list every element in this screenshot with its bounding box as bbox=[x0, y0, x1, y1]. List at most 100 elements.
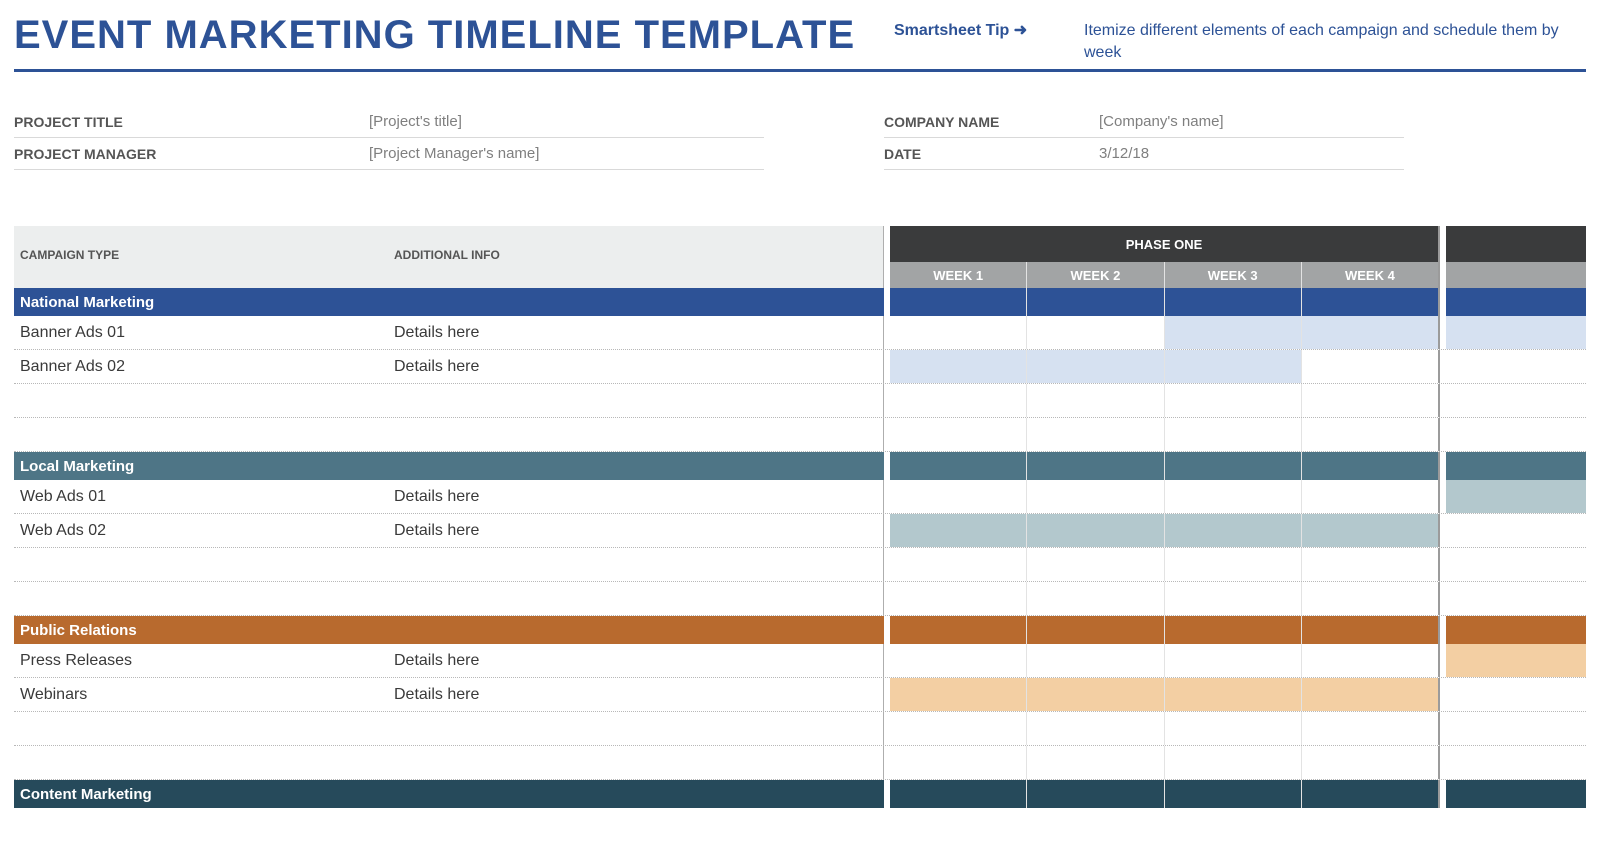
timeline-cell[interactable] bbox=[1165, 582, 1302, 615]
timeline-cell[interactable] bbox=[890, 480, 1027, 513]
empty-row[interactable] bbox=[14, 548, 1586, 582]
timeline-cell[interactable] bbox=[1302, 316, 1440, 349]
campaign-name[interactable]: Webinars bbox=[14, 678, 394, 711]
timeline-cell[interactable] bbox=[1165, 548, 1302, 581]
additional-info[interactable]: Details here bbox=[394, 480, 883, 513]
timeline-cell[interactable] bbox=[1165, 746, 1302, 779]
timeline-cell[interactable] bbox=[1165, 384, 1302, 417]
campaign-name[interactable]: Banner Ads 02 bbox=[14, 350, 394, 383]
timeline-cell[interactable] bbox=[890, 582, 1027, 615]
campaign-name[interactable]: Banner Ads 01 bbox=[14, 316, 394, 349]
additional-info[interactable]: Details here bbox=[394, 644, 883, 677]
campaign-name[interactable]: Press Releases bbox=[14, 644, 394, 677]
timeline-cell-tail[interactable] bbox=[1446, 644, 1586, 677]
timeline-cell[interactable] bbox=[1302, 384, 1440, 417]
timeline-cell-tail[interactable] bbox=[1446, 514, 1586, 547]
timeline-cell-tail[interactable] bbox=[1446, 384, 1586, 417]
timeline-cell[interactable] bbox=[1027, 678, 1164, 711]
timeline-cell[interactable] bbox=[890, 746, 1027, 779]
timeline-cell[interactable] bbox=[1165, 644, 1302, 677]
timeline-cell[interactable] bbox=[890, 644, 1027, 677]
empty-row[interactable] bbox=[14, 712, 1586, 746]
timeline-cell-tail[interactable] bbox=[1446, 582, 1586, 615]
band-week bbox=[1302, 288, 1440, 316]
section-title: National Marketing bbox=[14, 288, 394, 316]
empty-row[interactable] bbox=[14, 746, 1586, 780]
timeline-cell[interactable] bbox=[1027, 418, 1164, 451]
timeline-cell[interactable] bbox=[1302, 480, 1440, 513]
additional-info[interactable]: Details here bbox=[394, 514, 883, 547]
timeline-cell-tail[interactable] bbox=[1446, 418, 1586, 451]
timeline-cell[interactable] bbox=[1027, 644, 1164, 677]
timeline-cell[interactable] bbox=[890, 678, 1027, 711]
timeline-cell[interactable] bbox=[1027, 384, 1164, 417]
timeline-cell[interactable] bbox=[1027, 712, 1164, 745]
empty-row[interactable] bbox=[14, 384, 1586, 418]
table-row[interactable]: Banner Ads 02Details here bbox=[14, 350, 1586, 384]
value-project-manager[interactable]: [Project Manager's name] bbox=[369, 145, 539, 162]
timeline-cell[interactable] bbox=[1302, 678, 1440, 711]
value-project-title[interactable]: [Project's title] bbox=[369, 113, 462, 130]
table-row[interactable]: Web Ads 02Details here bbox=[14, 514, 1586, 548]
table-row[interactable]: Press ReleasesDetails here bbox=[14, 644, 1586, 678]
timeline-cell[interactable] bbox=[1027, 480, 1164, 513]
smartsheet-tip-link[interactable]: Smartsheet Tip ➜ bbox=[894, 22, 1027, 39]
timeline-cell[interactable] bbox=[1302, 582, 1440, 615]
band-week bbox=[1302, 780, 1440, 808]
timeline-cell[interactable] bbox=[890, 514, 1027, 547]
timeline-cell-tail[interactable] bbox=[1446, 548, 1586, 581]
timeline-cell[interactable] bbox=[1165, 480, 1302, 513]
timeline-cell[interactable] bbox=[1027, 746, 1164, 779]
timeline-cell[interactable] bbox=[1027, 514, 1164, 547]
campaign-name[interactable]: Web Ads 01 bbox=[14, 480, 394, 513]
timeline-cell[interactable] bbox=[890, 316, 1027, 349]
timeline-cell[interactable] bbox=[890, 350, 1027, 383]
value-company-name[interactable]: [Company's name] bbox=[1099, 113, 1224, 130]
empty-row[interactable] bbox=[14, 582, 1586, 616]
col-week-tail bbox=[1446, 262, 1586, 288]
section-band: National Marketing bbox=[14, 288, 1586, 316]
band-week bbox=[1165, 780, 1302, 808]
timeline-cell[interactable] bbox=[1302, 746, 1440, 779]
timeline-cell[interactable] bbox=[1165, 316, 1302, 349]
table-row[interactable]: Banner Ads 01Details here bbox=[14, 316, 1586, 350]
empty-row[interactable] bbox=[14, 418, 1586, 452]
timeline-cell-tail[interactable] bbox=[1446, 316, 1586, 349]
campaign-name[interactable]: Web Ads 02 bbox=[14, 514, 394, 547]
timeline-cell[interactable] bbox=[1165, 678, 1302, 711]
timeline-cell[interactable] bbox=[1027, 548, 1164, 581]
table-row[interactable]: WebinarsDetails here bbox=[14, 678, 1586, 712]
additional-info[interactable]: Details here bbox=[394, 316, 883, 349]
timeline-cell[interactable] bbox=[890, 712, 1027, 745]
value-date[interactable]: 3/12/18 bbox=[1099, 145, 1149, 162]
timeline-cell-tail[interactable] bbox=[1446, 678, 1586, 711]
arrow-right-icon: ➜ bbox=[1014, 22, 1027, 39]
label-company-name: COMPANY NAME bbox=[884, 114, 1099, 130]
timeline-cell[interactable] bbox=[890, 418, 1027, 451]
timeline-cell-tail[interactable] bbox=[1446, 746, 1586, 779]
timeline-cell[interactable] bbox=[1302, 514, 1440, 547]
timeline-cell[interactable] bbox=[890, 548, 1027, 581]
timeline-cell[interactable] bbox=[1302, 712, 1440, 745]
timeline-cell[interactable] bbox=[1302, 418, 1440, 451]
timeline-cell[interactable] bbox=[890, 384, 1027, 417]
timeline-cell[interactable] bbox=[1302, 548, 1440, 581]
additional-info[interactable]: Details here bbox=[394, 350, 883, 383]
timeline-cell[interactable] bbox=[1302, 350, 1440, 383]
band-week bbox=[1027, 288, 1164, 316]
timeline-cell[interactable] bbox=[1165, 712, 1302, 745]
timeline-cell[interactable] bbox=[1027, 316, 1164, 349]
table-row[interactable]: Web Ads 01Details here bbox=[14, 480, 1586, 514]
timeline-cell[interactable] bbox=[1165, 514, 1302, 547]
timeline-cell[interactable] bbox=[1027, 350, 1164, 383]
timeline-cell-tail[interactable] bbox=[1446, 350, 1586, 383]
timeline-cell[interactable] bbox=[1165, 350, 1302, 383]
timeline-cell[interactable] bbox=[1027, 582, 1164, 615]
timeline-cell[interactable] bbox=[1165, 418, 1302, 451]
timeline-cell-tail[interactable] bbox=[1446, 480, 1586, 513]
section-band: Local Marketing bbox=[14, 452, 1586, 480]
timeline-cell-tail[interactable] bbox=[1446, 712, 1586, 745]
timeline-cell[interactable] bbox=[1302, 644, 1440, 677]
section-title: Content Marketing bbox=[14, 780, 394, 808]
additional-info[interactable]: Details here bbox=[394, 678, 883, 711]
